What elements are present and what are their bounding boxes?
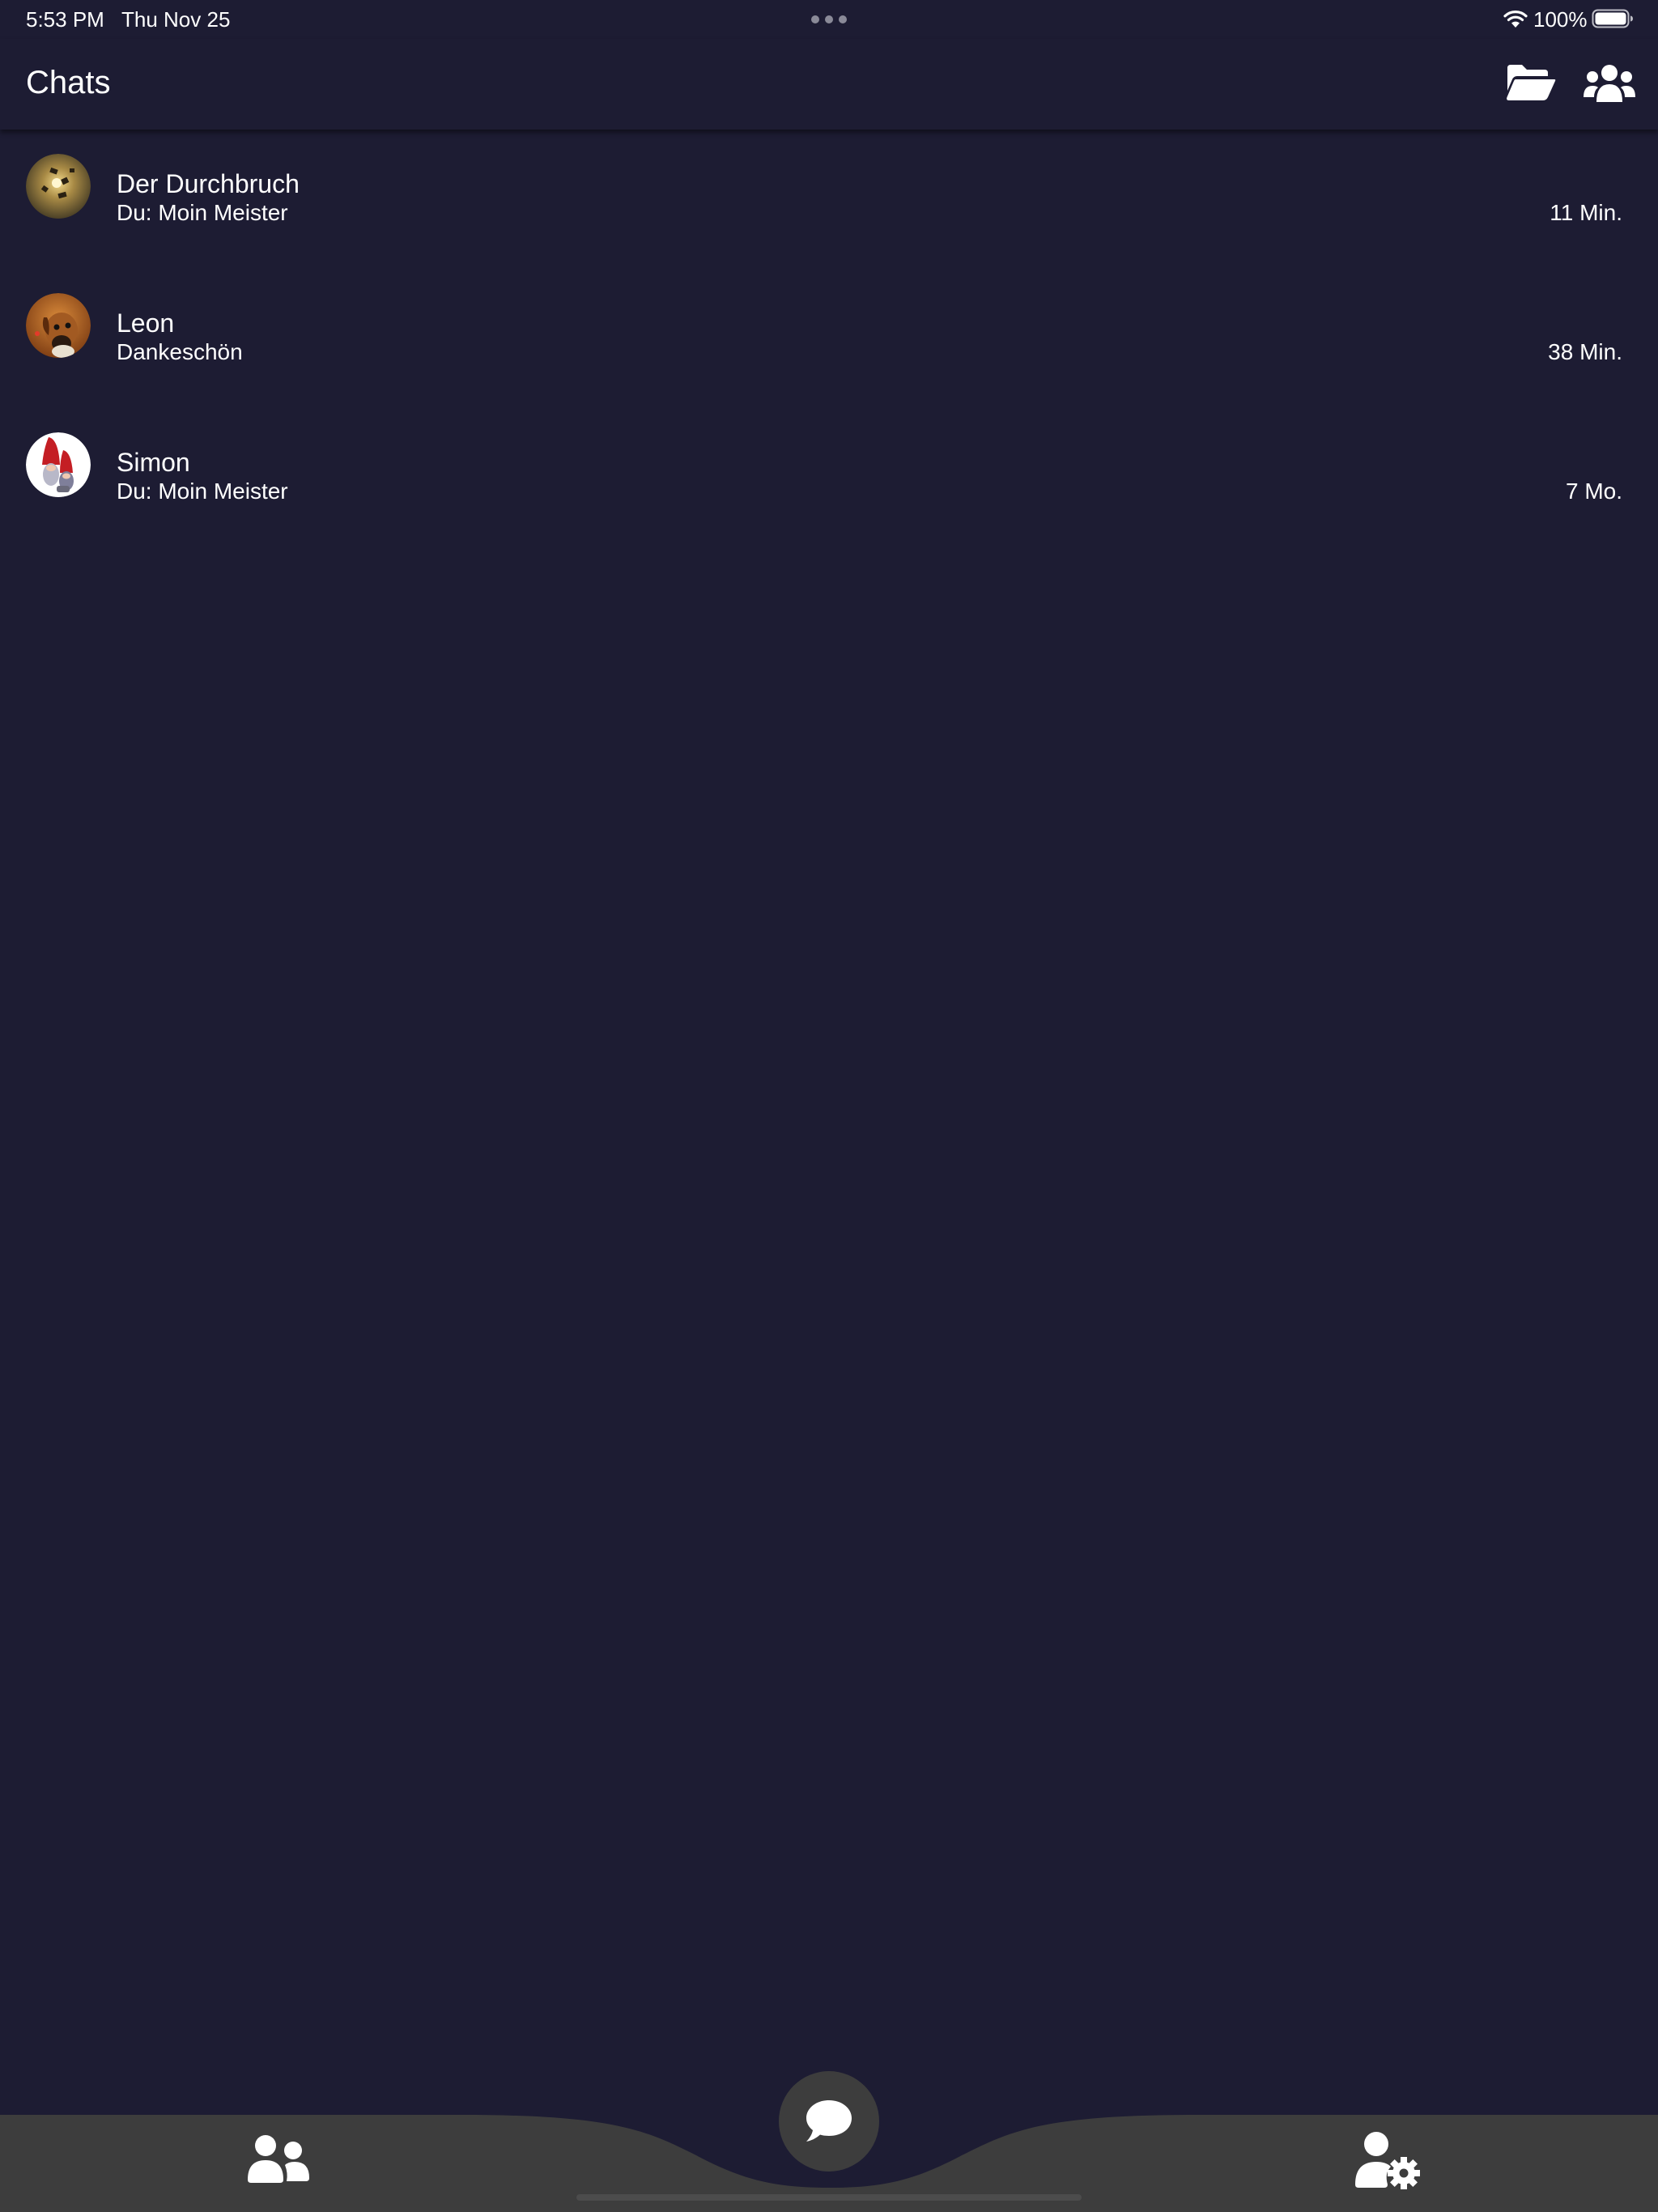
folder-button[interactable] [1504,63,1556,102]
avatar [26,432,91,497]
multitasking-dots-icon[interactable] [811,15,847,23]
status-date: Thu Nov 25 [121,7,231,32]
home-indicator[interactable] [576,2194,1082,2201]
contacts-icon [248,2135,309,2183]
golden-sparks-avatar [26,154,91,219]
dog-avatar [26,293,91,358]
contacts-button[interactable] [246,2133,311,2184]
chat-preview: Du: Moin Meister [117,200,288,225]
status-time: 5:53 PM [26,7,104,32]
chat-preview: Du: Moin Meister [117,479,288,504]
chat-row-leon[interactable]: Leon Dankeschön 38 Min. [0,270,1658,410]
new-chat-button[interactable] [779,2071,879,2172]
user-settings-button[interactable] [1354,2129,1420,2189]
chat-name: Leon [117,308,175,338]
users-icon [1584,65,1635,102]
page-title: Chats [26,65,111,100]
app-bar: Chats [0,39,1658,130]
folder-open-icon [1507,65,1556,100]
chat-time: 38 Min. [1548,339,1622,364]
chat-time: 7 Mo. [1565,479,1622,504]
status-bar: 5:53 PM Thu Nov 25 100% [0,0,1658,39]
wifi-icon [1503,11,1528,28]
user-settings-icon [1355,2132,1420,2189]
chat-row-simon[interactable]: Simon Du: Moin Meister 7 Mo. [0,410,1658,549]
avatar [26,293,91,358]
chat-row-der-durchbruch[interactable]: Der Durchbruch Du: Moin Meister 11 Min. [0,131,1658,270]
battery-percent: 100% [1533,7,1588,32]
chat-name: Simon [117,448,190,477]
chat-time: 11 Min. [1550,200,1622,225]
groups-button[interactable] [1584,62,1635,104]
chat-name: Der Durchbruch [117,169,300,198]
chat-bubble-icon [806,2100,852,2142]
chat-preview: Dankeschön [117,339,243,364]
gnome-avatar [26,432,91,497]
battery-icon [1592,9,1633,28]
avatar [26,154,91,219]
